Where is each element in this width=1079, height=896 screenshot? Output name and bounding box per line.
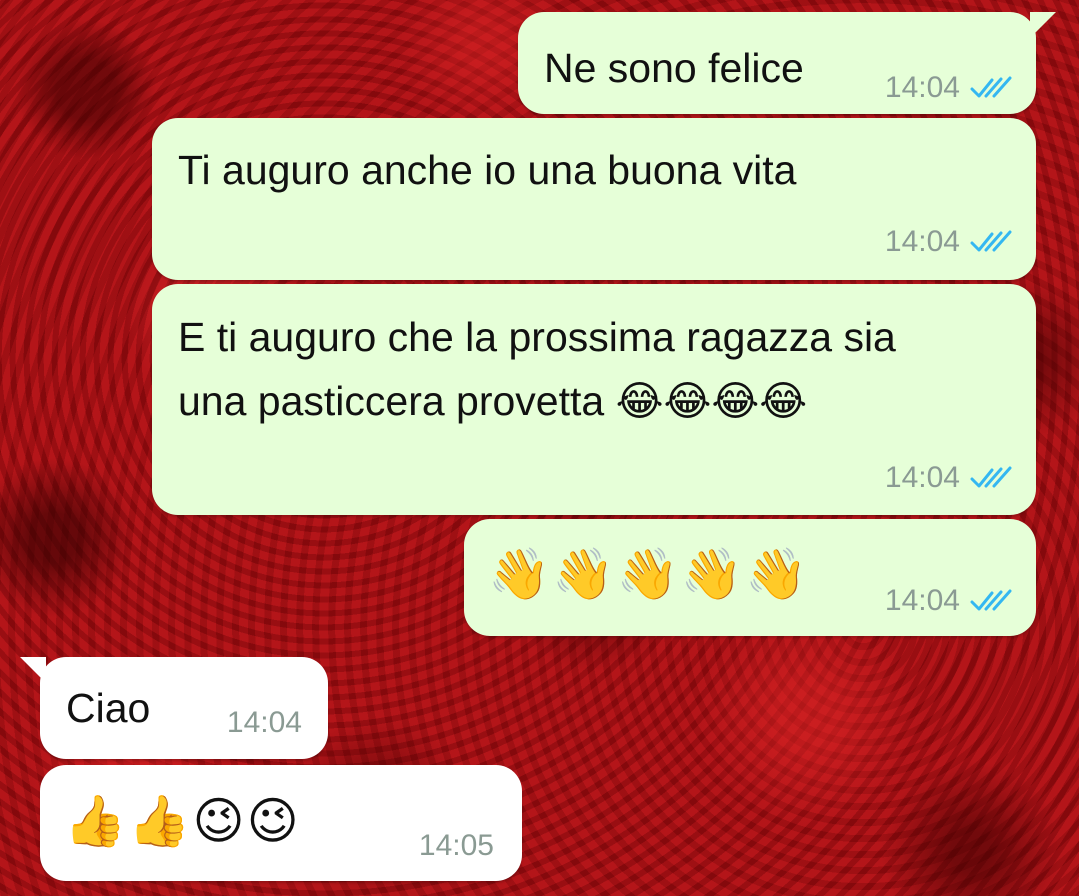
outgoing-message[interactable]: Ne sono felice 14:04 — [518, 12, 1056, 114]
message-text: Ti auguro anche io una buona vita — [178, 147, 797, 193]
message-time: 14:04 — [884, 461, 960, 494]
message-meta: 14:04 — [885, 460, 1014, 496]
bubble-tail — [1030, 12, 1056, 38]
message-meta: 14:04 — [885, 70, 1014, 106]
message-text: 👍👍😉😉 — [64, 792, 301, 850]
message-text: Ne sono felice — [544, 45, 804, 91]
incoming-message[interactable]: Ciao 14:04 — [20, 657, 328, 759]
message-text: E ti auguro che la prossima ragazza sia … — [178, 314, 896, 424]
double-check-icon — [970, 230, 1012, 252]
double-check-icon — [970, 589, 1012, 611]
message-text: 👋👋👋👋👋 — [488, 545, 810, 603]
outgoing-message[interactable]: Ti auguro anche io una buona vita 14:04 — [152, 118, 1036, 280]
message-time: 14:04 — [226, 706, 302, 739]
outgoing-message[interactable]: 👋👋👋👋👋 14:04 — [464, 519, 1036, 636]
message-meta: 14:04 — [227, 705, 302, 741]
message-text: Ciao — [66, 685, 151, 731]
message-time: 14:05 — [418, 829, 494, 862]
message-time: 14:04 — [884, 71, 960, 104]
chat-messages-area[interactable]: Ne sono felice 14:04 Ti auguro anche io … — [0, 0, 1079, 896]
message-meta: 14:04 — [885, 583, 1014, 619]
message-meta: 14:05 — [419, 828, 494, 864]
outgoing-message[interactable]: E ti auguro che la prossima ragazza sia … — [152, 284, 1036, 515]
message-meta: 14:04 — [885, 224, 1014, 260]
incoming-message[interactable]: 👍👍😉😉 14:05 — [40, 765, 522, 881]
message-time: 14:04 — [884, 225, 960, 258]
bubble-tail — [20, 657, 46, 683]
double-check-icon — [970, 466, 1012, 488]
double-check-icon — [970, 76, 1012, 98]
message-time: 14:04 — [884, 584, 960, 617]
